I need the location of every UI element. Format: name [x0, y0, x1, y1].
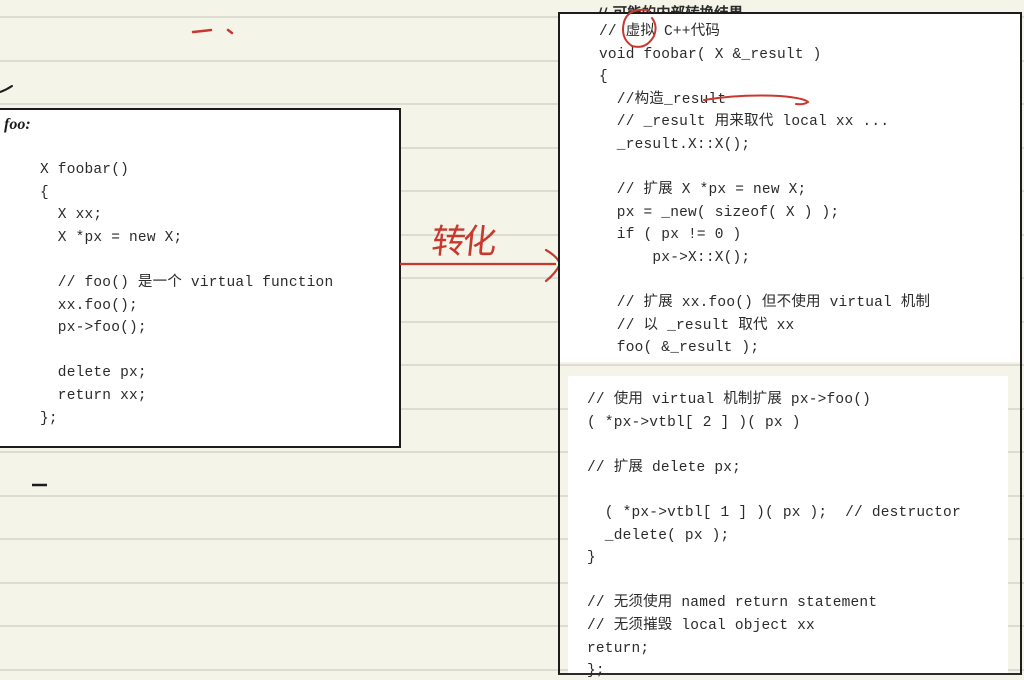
- code-line: return xx;: [40, 388, 147, 404]
- code-line: {: [599, 69, 608, 86]
- code-line: }: [587, 550, 596, 567]
- code-line: // 扩展 X *px = new X;: [599, 182, 807, 199]
- code-line: //构造_result: [599, 91, 727, 108]
- code-line: ( *px->vtbl[ 1 ] )( px ); // destructor: [587, 505, 961, 521]
- code-line: px->X::X();: [599, 250, 751, 266]
- code-line: foo( &_result );: [599, 340, 760, 357]
- handwritten-note: 转化: [429, 222, 496, 262]
- code-line: };: [40, 410, 58, 427]
- code-line: // 无须使用 named return statement: [587, 595, 878, 612]
- code-line: px = _new( sizeof( X ) );: [599, 204, 840, 221]
- code-line: delete px;: [40, 365, 147, 382]
- code-line: X xx;: [40, 207, 103, 224]
- red-dash-mark: [191, 28, 234, 35]
- code-line: void foobar( X &_result ): [599, 46, 822, 63]
- black-dash-mark: [32, 483, 47, 487]
- code-line: // 虚拟 C++代码: [599, 24, 721, 40]
- code-line: px->foo();: [40, 320, 147, 337]
- code-line: // _result 用来取代 local xx ...: [599, 114, 890, 131]
- code-line: };: [587, 663, 605, 680]
- code-line: {: [40, 184, 49, 201]
- black-tick-mark: [0, 85, 13, 93]
- code-line: // 使用 virtual 机制扩展 px->foo(): [587, 392, 872, 408]
- code-line: // 扩展 xx.foo() 但不使用 virtual 机制: [599, 295, 931, 312]
- code-line: X *px = new X;: [40, 229, 183, 246]
- code-line: ( *px->vtbl[ 2 ] )( px ): [587, 414, 801, 431]
- code-line: // 以 _result 取代 xx: [599, 317, 795, 334]
- foo-label: foo:: [4, 116, 31, 133]
- code-line: // 扩展 delete px;: [587, 459, 742, 476]
- code-line: xx.foo();: [40, 297, 138, 314]
- code-line: if ( px != 0 ): [599, 227, 742, 244]
- code-line: _delete( px );: [587, 527, 730, 544]
- code-line: // foo() 是一个 virtual function: [40, 275, 334, 291]
- code-line: // 无须摧毁 local object xx: [587, 618, 815, 634]
- code-line: return;: [587, 640, 650, 657]
- code-line: X foobar(): [40, 162, 130, 178]
- code-line: _result.X::X();: [599, 137, 751, 153]
